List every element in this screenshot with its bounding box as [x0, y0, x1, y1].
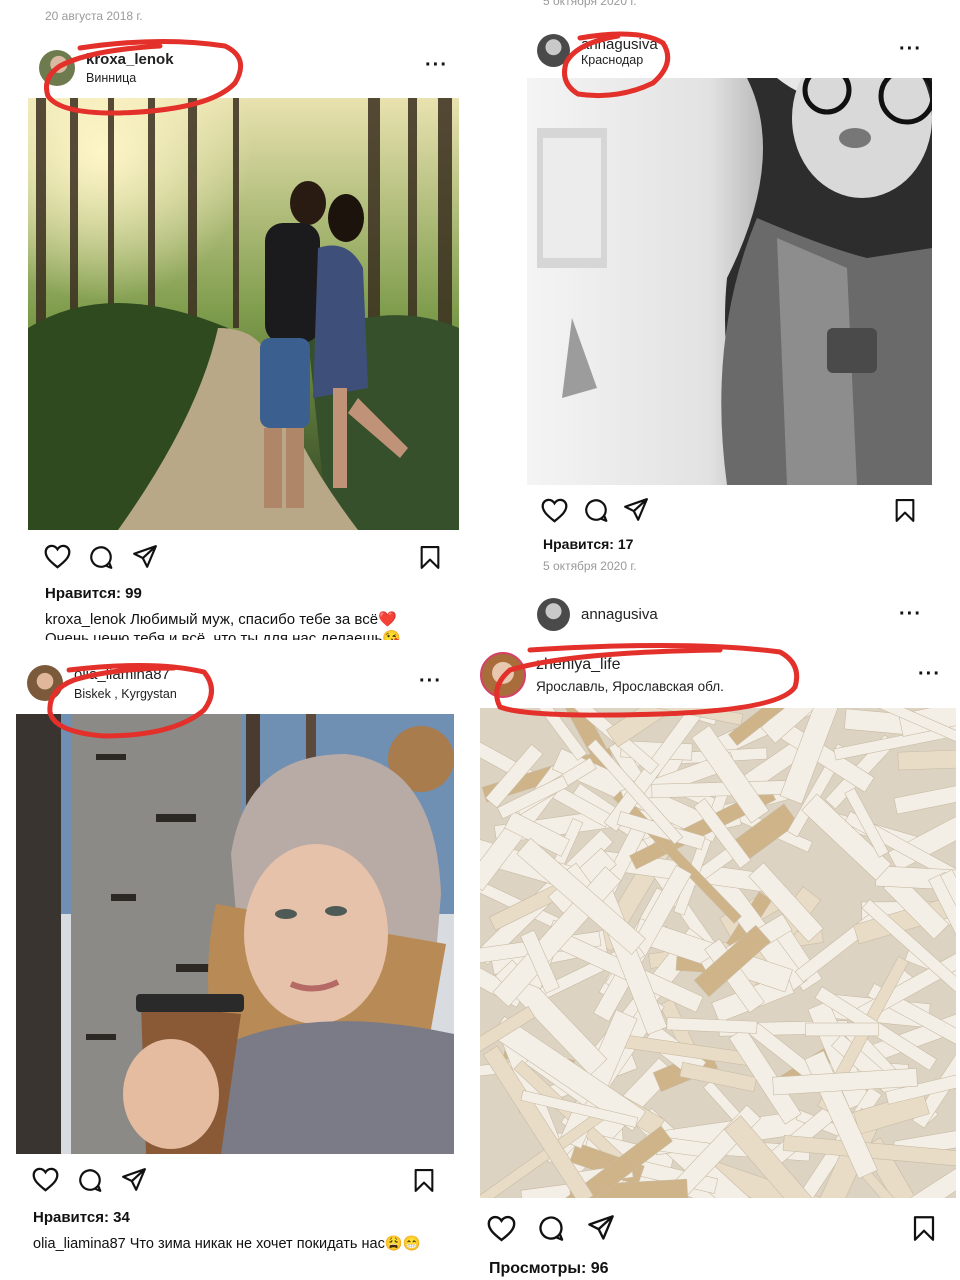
avatar[interactable]	[480, 652, 526, 698]
next-post-username[interactable]: annagusiva	[581, 606, 658, 623]
post-date-previous: 20 августа 2018 г.	[45, 9, 143, 23]
share-icon[interactable]	[587, 1214, 615, 1242]
post-photo[interactable]	[480, 708, 956, 1198]
share-icon[interactable]	[121, 1167, 147, 1193]
more-icon[interactable]: ···	[899, 39, 922, 59]
post-photo[interactable]	[16, 714, 454, 1154]
caption-text: Любимый муж, спасибо тебе за всё❤️	[130, 611, 397, 628]
post-caption: olia_liamina87 Что зима никак не хочет п…	[33, 1235, 423, 1254]
post-location[interactable]: Краснодар	[581, 53, 643, 67]
likes-count: Нравится: 17	[543, 536, 634, 552]
views-count: Просмотры: 96	[489, 1260, 609, 1277]
comment-icon[interactable]	[537, 1214, 565, 1242]
avatar[interactable]	[537, 34, 570, 67]
heart-icon[interactable]	[32, 1167, 59, 1192]
post-username[interactable]: kroxa_lenok	[86, 51, 174, 68]
post-location[interactable]: Ярославль, Ярославская обл.	[536, 679, 724, 694]
caption-username[interactable]: kroxa_lenok	[45, 611, 126, 628]
bookmark-icon[interactable]	[413, 1168, 435, 1193]
heart-icon[interactable]	[541, 498, 568, 523]
post-username[interactable]: zheniya_life	[536, 656, 621, 674]
post-username[interactable]: olia_liamina87	[74, 666, 170, 683]
bookmark-icon[interactable]	[894, 498, 916, 523]
avatar[interactable]	[39, 50, 75, 86]
caption-username[interactable]: olia_liamina87	[33, 1236, 126, 1252]
post-olia-liamina87: olia_liamina87 Biskek , Kyrgystan ··· Нр…	[0, 640, 470, 1280]
post-date: 5 октября 2020 г.	[543, 559, 637, 573]
post-location[interactable]: Biskek , Kyrgystan	[74, 687, 177, 701]
post-caption: kroxa_lenok Любимый муж, спасибо тебе за…	[45, 610, 465, 640]
bookmark-icon[interactable]	[912, 1215, 936, 1242]
caption-text-more: Очень ценю тебя и всё, что ты для нас де…	[45, 630, 402, 640]
post-username[interactable]: annagusiva	[581, 36, 658, 53]
post-photo[interactable]	[28, 98, 459, 530]
heart-icon[interactable]	[44, 544, 71, 569]
more-icon[interactable]: ···	[899, 604, 922, 624]
comment-icon[interactable]	[77, 1167, 103, 1193]
heart-icon[interactable]	[487, 1215, 516, 1242]
more-icon[interactable]: ···	[419, 671, 442, 691]
post-location[interactable]: Винница	[86, 71, 136, 85]
avatar-next-post[interactable]	[537, 598, 570, 631]
share-icon[interactable]	[132, 544, 158, 570]
more-icon[interactable]: ···	[918, 664, 941, 684]
post-zheniya-life: zheniya_life Ярославль, Ярославская обл.…	[470, 640, 960, 1280]
post-date-previous: 5 октября 2020 г.	[543, 0, 637, 8]
post-annagusiva: 5 октября 2020 г. annagusiva Краснодар ·…	[480, 0, 960, 640]
comment-icon[interactable]	[88, 544, 114, 570]
more-icon[interactable]: ···	[425, 55, 448, 75]
post-kroxa-lenok: 20 августа 2018 г. kroxa_lenok Винница ·…	[0, 0, 480, 640]
caption-text: Что зима никак не хочет покидать нас😩😁	[129, 1236, 421, 1252]
post-photo[interactable]	[527, 78, 932, 485]
likes-count: Нравится: 99	[45, 585, 142, 602]
avatar[interactable]	[27, 665, 63, 701]
comment-icon[interactable]	[583, 497, 609, 523]
share-icon[interactable]	[623, 497, 649, 523]
bookmark-icon[interactable]	[419, 545, 441, 570]
likes-count: Нравится: 34	[33, 1209, 130, 1226]
